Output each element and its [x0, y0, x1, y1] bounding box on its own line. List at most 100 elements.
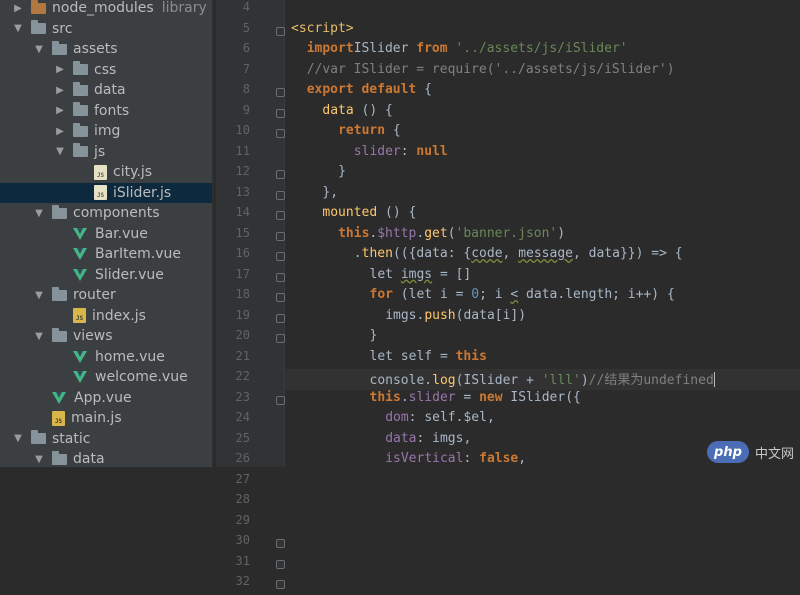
fold-marker-icon[interactable] [276, 88, 285, 97]
chevron-right-icon[interactable]: ▶ [54, 64, 66, 76]
fold-marker-icon[interactable] [276, 395, 285, 405]
tree-item[interactable]: ▶JSiSlider.js [0, 182, 212, 203]
tree-item[interactable]: ▶ node_modules library ro [0, 0, 212, 19]
code-line[interactable]: return { [285, 123, 401, 144]
line-number: 10 [235, 123, 250, 137]
chevron-down-icon[interactable]: ▼ [33, 207, 45, 219]
chevron-down-icon[interactable]: ▼ [33, 453, 45, 465]
code-line[interactable]: data () { [285, 103, 392, 124]
code-line[interactable]: console.log(ISlider + 'lll')//结果为undefin… [285, 369, 800, 390]
tree-item[interactable]: ▼ static [0, 429, 212, 450]
tree-item[interactable]: ▶JScity.js [0, 162, 212, 183]
tree-item-label: index.js [92, 307, 146, 324]
fold-marker-icon[interactable] [276, 211, 285, 220]
tree-item[interactable]: ▶ css [0, 60, 212, 81]
chevron-down-icon[interactable]: ▼ [33, 289, 45, 301]
line-number: 9 [242, 102, 250, 117]
code-line[interactable]: }, [285, 185, 338, 206]
code-line[interactable]: //var ISlider = require('../assets/js/iS… [285, 62, 675, 83]
tree-item[interactable]: ▶JSindex.js [0, 306, 212, 327]
chevron-down-icon[interactable]: ▼ [12, 433, 24, 445]
fold-marker-icon[interactable] [276, 26, 285, 36]
tree-item-label: js [94, 143, 106, 160]
tree-item-label: components [73, 205, 160, 222]
tree-item[interactable]: ▶Bar.vue [0, 224, 212, 245]
tree-item[interactable]: ▶home.vue [0, 347, 212, 368]
code-line[interactable]: } [285, 164, 346, 185]
code-token: (({data: { [392, 246, 472, 261]
code-token: ISlider({ [502, 389, 581, 405]
fold-marker-icon[interactable] [276, 272, 285, 282]
tree-item[interactable]: ▶ img [0, 121, 212, 142]
code-line[interactable]: this.slider = new ISlider({ [285, 390, 581, 411]
tree-item[interactable]: ▶Slider.vue [0, 265, 212, 286]
tree-item[interactable]: ▶JSmain.js [0, 408, 212, 429]
code-editor[interactable]: <script> importISlider from '../assets/js… [285, 0, 800, 467]
tree-item[interactable]: ▶BarItem.vue [0, 244, 212, 265]
chevron-right-icon[interactable]: ▶ [12, 2, 24, 14]
tree-item[interactable]: ▼ router [0, 285, 212, 306]
code-line[interactable]: let self = this [285, 349, 487, 370]
tree-item-label: city.js [113, 164, 152, 181]
tree-item[interactable]: ▶ data [0, 80, 212, 101]
code-line[interactable]: dom: self.$el, [285, 410, 495, 431]
code-line[interactable]: } [285, 328, 378, 349]
tree-item[interactable]: ▼ components [0, 203, 212, 224]
code-token: ) [557, 225, 566, 241]
code-line[interactable]: <script> [285, 21, 354, 42]
tree-item[interactable]: ▶ fonts [0, 101, 212, 122]
tree-item[interactable]: ▼ src [0, 19, 212, 40]
code-line[interactable]: for (let i = 0; i < data.length; i++) { [285, 287, 675, 308]
code-token: console. [369, 373, 433, 388]
tree-item[interactable]: ▼ data [0, 449, 212, 467]
tree-item[interactable]: ▶welcome.vue [0, 367, 212, 388]
fold-marker-icon[interactable] [276, 170, 285, 179]
fold-marker-icon[interactable] [276, 108, 285, 118]
chevron-down-icon[interactable]: ▼ [33, 43, 45, 55]
tree-item[interactable]: ▶App.vue [0, 388, 212, 409]
fold-marker-icon[interactable] [276, 539, 285, 548]
code-token: data [385, 430, 417, 446]
fold-marker-icon[interactable] [276, 252, 285, 261]
code-line[interactable]: .then(({data: {code, message, data}}) =>… [285, 246, 683, 267]
tree-item[interactable]: ▼ assets [0, 39, 212, 60]
code-line[interactable]: isVertical: false, [285, 451, 526, 467]
chevron-right-icon[interactable]: ▶ [54, 84, 66, 96]
code-line[interactable]: data: imgs, [285, 431, 471, 452]
code-token: code [471, 246, 503, 261]
folder-icon [52, 40, 67, 55]
chevron-right-icon[interactable]: ▶ [54, 105, 66, 117]
tree-item[interactable]: ▼ js [0, 142, 212, 163]
code-line[interactable]: export default { [285, 82, 432, 103]
fold-marker-icon[interactable] [276, 313, 285, 323]
fold-marker-icon[interactable] [276, 231, 285, 241]
code-line[interactable]: mounted () { [285, 205, 416, 226]
js-file-icon: JS [94, 185, 107, 201]
code-token: this [455, 348, 487, 364]
code-line[interactable]: importISlider from '../assets/js/iSlider… [285, 41, 628, 62]
code-token: slider [353, 143, 401, 159]
tree-item-label: Slider.vue [95, 266, 164, 283]
fold-marker-icon[interactable] [276, 559, 285, 569]
chevron-down-icon[interactable]: ▼ [54, 146, 66, 158]
code-line[interactable]: this.$http.get('banner.json') [285, 226, 565, 247]
chevron-down-icon[interactable]: ▼ [12, 23, 24, 35]
tree-item-label: views [73, 328, 113, 345]
chevron-right-icon[interactable]: ▶ [54, 125, 66, 137]
code-token: ISlider [353, 41, 417, 56]
code-line[interactable]: imgs.push(data[i]) [285, 308, 526, 329]
vue-file-icon [73, 248, 87, 261]
tree-item-label: BarItem.vue [95, 246, 182, 263]
fold-marker-icon[interactable] [276, 580, 285, 589]
code-line[interactable]: slider: null [285, 144, 448, 165]
fold-marker-icon[interactable] [276, 190, 285, 200]
fold-marker-icon[interactable] [276, 129, 285, 138]
fold-marker-icon[interactable] [276, 293, 285, 302]
line-number: 19 [235, 307, 250, 322]
code-line[interactable] [285, 0, 291, 21]
tree-item[interactable]: ▼ views [0, 326, 212, 347]
chevron-down-icon[interactable]: ▼ [33, 330, 45, 342]
fold-marker-icon[interactable] [276, 334, 285, 343]
code-line[interactable]: let imgs = [] [285, 267, 472, 288]
php-logo-icon: php [706, 441, 749, 463]
